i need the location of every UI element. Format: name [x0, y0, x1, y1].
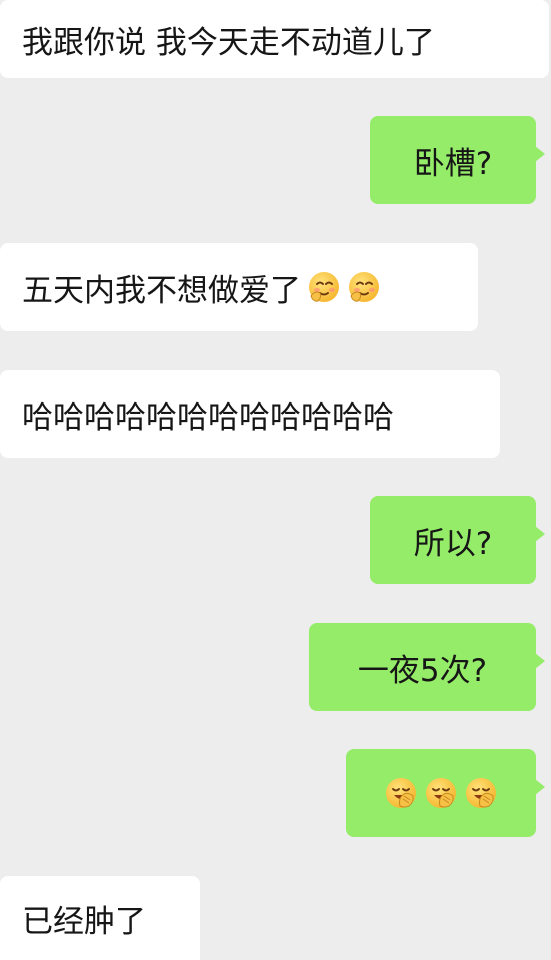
facepalm-grin-face-icon	[424, 776, 458, 810]
message-text: 已经肿了	[22, 903, 146, 940]
message-text: 一夜5次?	[357, 652, 488, 689]
message-incoming[interactable]: 哈哈哈哈哈哈哈哈哈哈哈哈	[0, 370, 500, 458]
emoji-group	[384, 776, 498, 810]
message-outgoing[interactable]	[346, 749, 545, 837]
message-incoming[interactable]: 我跟你说 我今天走不动道儿了	[0, 0, 549, 78]
message-outgoing[interactable]: 卧槽?	[370, 116, 545, 204]
message-text: 所以?	[413, 525, 493, 562]
message-incoming[interactable]: 已经肿了	[0, 876, 200, 960]
thinking-blush-face-icon	[307, 270, 341, 304]
message-outgoing[interactable]: 一夜5次?	[309, 623, 545, 711]
message-incoming[interactable]: 五天内我不想做爱了	[0, 243, 478, 331]
facepalm-grin-face-icon	[464, 776, 498, 810]
message-text: 哈哈哈哈哈哈哈哈哈哈哈哈	[22, 399, 394, 436]
message-outgoing[interactable]: 所以?	[370, 496, 545, 584]
message-text: 卧槽?	[413, 145, 493, 182]
facepalm-grin-face-icon	[384, 776, 418, 810]
message-text: 五天内我不想做爱了	[22, 272, 301, 309]
thinking-blush-face-icon	[347, 270, 381, 304]
emoji-group	[301, 270, 381, 304]
message-text: 我跟你说 我今天走不动道儿了	[22, 24, 435, 61]
